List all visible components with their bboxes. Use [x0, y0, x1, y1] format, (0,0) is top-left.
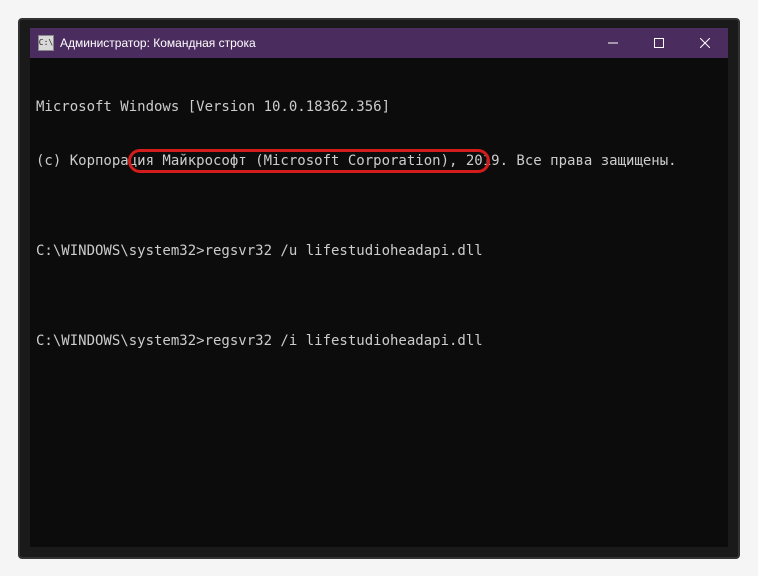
- close-icon: [700, 38, 710, 48]
- terminal-area[interactable]: Microsoft Windows [Version 10.0.18362.35…: [30, 58, 728, 547]
- minimize-button[interactable]: [590, 28, 636, 58]
- terminal-line: Microsoft Windows [Version 10.0.18362.35…: [36, 98, 722, 116]
- minimize-icon: [608, 38, 618, 48]
- maximize-button[interactable]: [636, 28, 682, 58]
- terminal-line: C:\WINDOWS\system32>regsvr32 /u lifestud…: [36, 242, 722, 260]
- screenshot-frame: C:\ Администратор: Командная строка: [18, 18, 740, 559]
- cmd-icon: C:\: [38, 35, 54, 51]
- window-title: Администратор: Командная строка: [60, 36, 256, 50]
- cmd-window: C:\ Администратор: Командная строка: [30, 28, 728, 547]
- maximize-icon: [654, 38, 664, 48]
- terminal-line: (c) Корпорация Майкрософт (Microsoft Cor…: [36, 152, 722, 170]
- close-button[interactable]: [682, 28, 728, 58]
- terminal-line: C:\WINDOWS\system32>regsvr32 /i lifestud…: [36, 332, 722, 350]
- titlebar[interactable]: C:\ Администратор: Командная строка: [30, 28, 728, 58]
- cmd-icon-glyph: C:\: [39, 39, 53, 47]
